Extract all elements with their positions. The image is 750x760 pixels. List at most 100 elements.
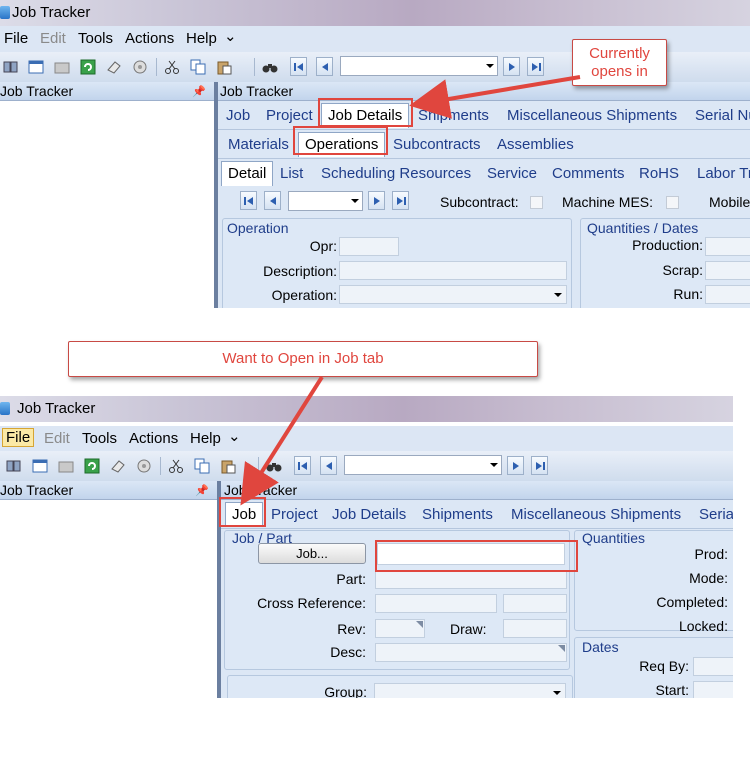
last-op-button[interactable] (392, 191, 409, 210)
folder-icon[interactable] (54, 59, 70, 75)
tab-shipments[interactable]: Shipments (422, 506, 493, 523)
first-record-button[interactable] (290, 57, 307, 76)
copy-icon[interactable] (194, 458, 210, 474)
refresh-icon[interactable] (84, 458, 100, 474)
operation-label: Operation: (271, 287, 337, 303)
start-field[interactable] (693, 681, 733, 698)
part-field[interactable] (375, 570, 567, 589)
description-field[interactable] (339, 261, 567, 280)
tab-assemblies[interactable]: Assemblies (497, 136, 574, 153)
run-field[interactable] (705, 285, 750, 304)
desc-field[interactable] (375, 643, 567, 662)
menu-actions[interactable]: Actions (125, 30, 174, 47)
menu-file[interactable]: File (4, 30, 28, 47)
job-lookup-button[interactable]: Job... (258, 543, 366, 564)
tab-job-details[interactable]: Job Details (332, 506, 406, 523)
req-by-field[interactable] (693, 657, 733, 676)
draw-field[interactable] (503, 619, 567, 638)
machine-mes-checkbox[interactable] (666, 196, 679, 209)
tab-misc-shipments[interactable]: Miscellaneous Shipments (511, 506, 681, 523)
menu-edit[interactable]: Edit (40, 30, 66, 47)
prev-record-button[interactable] (320, 456, 337, 475)
locked-label: Locked: (678, 618, 728, 634)
binoculars-icon[interactable] (262, 59, 278, 75)
screenshot-desired: Job Tracker File Edit Tools Actions Help… (0, 396, 733, 698)
next-record-button[interactable] (503, 57, 520, 76)
opr-field[interactable] (339, 237, 399, 256)
book-icon[interactable] (3, 59, 19, 75)
record-selector[interactable] (344, 455, 502, 475)
cut-icon[interactable] (164, 59, 180, 75)
pin-icon[interactable]: 📌 (192, 83, 206, 101)
req-by-label: Req By: (639, 658, 689, 674)
next-record-button[interactable] (507, 456, 524, 475)
tab-job[interactable]: Job (226, 107, 250, 124)
disc-icon[interactable] (136, 458, 152, 474)
tab-detail[interactable]: Detail (221, 161, 274, 186)
folder-icon[interactable] (58, 458, 74, 474)
book-icon[interactable] (6, 458, 22, 474)
paste-icon[interactable] (220, 458, 236, 474)
tab-subcontracts[interactable]: Subcontracts (393, 136, 481, 153)
menu-tools[interactable]: Tools (78, 30, 113, 47)
tab-list[interactable]: List (280, 165, 303, 182)
tab-project[interactable]: Project (271, 506, 318, 523)
menu-edit[interactable]: Edit (44, 430, 70, 447)
tab-serial-numbers[interactable]: Serial Nu (695, 107, 750, 124)
group-dropdown[interactable] (374, 683, 566, 698)
eraser-icon[interactable] (110, 458, 126, 474)
tab-serial-numbers[interactable]: Seria (699, 506, 733, 523)
scrap-field[interactable] (705, 261, 750, 280)
prev-record-button[interactable] (316, 57, 333, 76)
first-op-button[interactable] (240, 191, 257, 210)
record-selector[interactable] (340, 56, 498, 76)
operation-selector[interactable] (288, 191, 363, 211)
operation-dropdown[interactable] (339, 285, 567, 304)
quantities-dates-group: Quantities / Dates Production: Scrap: Ru… (580, 218, 750, 308)
cut-icon[interactable] (168, 458, 184, 474)
callout-currently-opens-in: Currently opens in (572, 39, 667, 86)
tab-rohs[interactable]: RoHS (639, 165, 679, 182)
toolbar-separator (258, 457, 259, 475)
calendar-icon[interactable] (32, 458, 48, 474)
quantities-dates-title: Quantities / Dates (587, 220, 699, 236)
opr-label: Opr: (309, 238, 337, 254)
tab-misc-shipments[interactable]: Miscellaneous Shipments (507, 107, 677, 124)
binoculars-icon[interactable] (266, 458, 282, 474)
disc-icon[interactable] (132, 59, 148, 75)
toolbar-separator (254, 58, 255, 76)
tab-labor-tracking[interactable]: Labor Tr (697, 165, 750, 182)
tab-scheduling-resources[interactable]: Scheduling Resources (321, 165, 471, 182)
tab-comments[interactable]: Comments (552, 165, 625, 182)
prev-op-button[interactable] (264, 191, 281, 210)
menu-help[interactable]: Help (190, 430, 221, 447)
first-record-button[interactable] (294, 456, 311, 475)
menu-overflow-icon[interactable]: ⌄ (228, 427, 241, 445)
last-record-button[interactable] (527, 57, 544, 76)
tab-shipments[interactable]: Shipments (418, 107, 489, 124)
copy-icon[interactable] (190, 59, 206, 75)
cross-reference-field[interactable] (375, 594, 497, 613)
tab-materials[interactable]: Materials (228, 136, 289, 153)
subcontract-checkbox[interactable] (530, 196, 543, 209)
menu-actions[interactable]: Actions (129, 430, 178, 447)
menu-overflow-icon[interactable]: ⌄ (224, 27, 237, 45)
calendar-icon[interactable] (28, 59, 44, 75)
eraser-icon[interactable] (106, 59, 122, 75)
menu-tools[interactable]: Tools (82, 430, 117, 447)
prod-label: Prod: (694, 546, 728, 562)
tab-service[interactable]: Service (487, 165, 537, 182)
last-record-button[interactable] (531, 456, 548, 475)
rev-field[interactable] (375, 619, 425, 638)
cross-reference-rev-field[interactable] (503, 594, 567, 613)
operation-group: Operation Opr: Description: Operation: (222, 218, 572, 308)
production-field[interactable] (705, 237, 750, 256)
paste-icon[interactable] (216, 59, 232, 75)
menu-file[interactable]: File (2, 428, 35, 447)
next-op-button[interactable] (368, 191, 385, 210)
refresh-icon[interactable] (80, 59, 96, 75)
tab-project[interactable]: Project (266, 107, 313, 124)
menu-help[interactable]: Help (186, 30, 217, 47)
pin-icon[interactable]: 📌 (195, 482, 209, 500)
rev-label: Rev: (337, 621, 366, 637)
